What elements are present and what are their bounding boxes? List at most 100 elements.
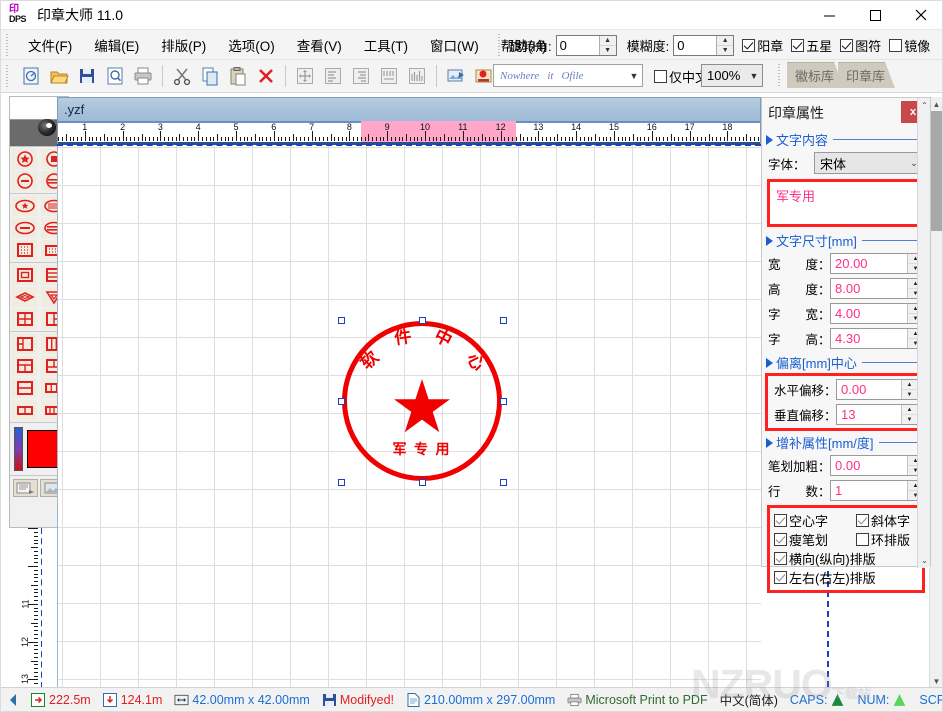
blur-spin-up[interactable]: ▲ bbox=[717, 36, 734, 46]
resize-handle-s[interactable] bbox=[419, 479, 426, 486]
menu-edit[interactable]: 编辑(E) bbox=[83, 31, 150, 59]
tab-logo-library[interactable]: 徽标库 bbox=[787, 62, 844, 88]
align-right-icon[interactable] bbox=[348, 63, 374, 89]
char-width-field[interactable]: ▲▼ bbox=[830, 303, 924, 324]
shape-circle-bar-icon[interactable] bbox=[12, 171, 37, 191]
checkbox-only-chinese-box[interactable] bbox=[654, 70, 667, 83]
checkbox-only-chinese[interactable]: 仅中文 bbox=[654, 67, 708, 86]
scroll-up-icon[interactable]: ⌃ bbox=[918, 98, 931, 113]
zoom-dropdown[interactable]: 100% ▼ bbox=[701, 64, 763, 87]
shape-top-split-icon[interactable] bbox=[12, 356, 37, 376]
gradient-bar[interactable] bbox=[14, 427, 23, 471]
checkbox-hollow-text[interactable]: 空心字 bbox=[774, 511, 848, 530]
shape-grid-square-icon[interactable] bbox=[12, 240, 37, 260]
checkbox-thin-stroke[interactable]: 瘦笔划 bbox=[774, 530, 848, 549]
blur-input[interactable] bbox=[674, 35, 717, 55]
checkbox-horizontal-vertical-layout[interactable]: 横向(纵向)排版 bbox=[774, 549, 876, 568]
properties-scrollbar[interactable]: ⌃ ⌄ bbox=[917, 98, 930, 568]
h-offset-spinner[interactable]: ▲ ▼ bbox=[901, 380, 917, 399]
align-center-icon[interactable] bbox=[292, 63, 318, 89]
h-offset-field[interactable]: ▲▼ bbox=[836, 379, 918, 400]
menu-view[interactable]: 查看(V) bbox=[286, 31, 353, 59]
stamp-text-input[interactable]: 军专用 bbox=[767, 179, 925, 227]
checkbox-jingxiang[interactable]: 镜像 bbox=[889, 36, 930, 55]
close-button[interactable] bbox=[898, 1, 942, 29]
menu-file[interactable]: 文件(F) bbox=[17, 31, 83, 59]
menu-tools[interactable]: 工具(T) bbox=[353, 31, 419, 59]
scroll-down-icon[interactable]: ▼ bbox=[930, 674, 942, 688]
v-offset-input[interactable] bbox=[837, 405, 901, 424]
font-select[interactable]: 宋体 ⌄ bbox=[814, 152, 924, 174]
blur-spin-arrows[interactable]: ▲ ▼ bbox=[716, 35, 734, 55]
font-preview-dropdown[interactable]: Nowhere it Ofile ▼ bbox=[493, 64, 643, 87]
rotation-input[interactable] bbox=[556, 35, 599, 55]
resize-handle-n[interactable] bbox=[419, 317, 426, 324]
horizontal-guide-line[interactable] bbox=[57, 144, 761, 146]
char-width-input[interactable] bbox=[831, 304, 907, 323]
align-left-icon[interactable] bbox=[320, 63, 346, 89]
shape-diamond-icon[interactable] bbox=[12, 287, 37, 307]
width-input[interactable] bbox=[831, 254, 907, 273]
checkbox-ring-layout-box[interactable] bbox=[855, 533, 869, 546]
checkbox-ring-layout[interactable]: 环排版 bbox=[855, 530, 910, 549]
resize-handle-ne[interactable] bbox=[500, 317, 507, 324]
checkbox-tufu[interactable]: 图符 bbox=[840, 36, 881, 55]
blur-spin-down[interactable]: ▼ bbox=[717, 46, 733, 55]
status-nav-left[interactable] bbox=[1, 688, 25, 712]
export-image-icon[interactable] bbox=[443, 63, 469, 89]
shape-two-col-small-icon[interactable] bbox=[12, 400, 37, 420]
print-preview-icon[interactable] bbox=[102, 63, 128, 89]
checkbox-wuxing[interactable]: 五星 bbox=[791, 36, 832, 55]
chevron-down-icon[interactable]: ▼ bbox=[626, 65, 642, 86]
pattern-picker-icon[interactable] bbox=[13, 479, 38, 497]
toolbar-grip[interactable] bbox=[4, 65, 13, 87]
checkbox-thin-stroke-box[interactable] bbox=[774, 533, 787, 546]
shape-left-split-icon[interactable] bbox=[12, 334, 37, 354]
shape-two-row-icon[interactable] bbox=[12, 378, 37, 398]
distribute-h-icon[interactable] bbox=[376, 63, 402, 89]
minimize-button[interactable] bbox=[806, 1, 852, 29]
stroke-weight-input[interactable] bbox=[831, 456, 907, 475]
vertical-ruler[interactable]: 11 12 13 bbox=[15, 528, 41, 688]
checkbox-horizontal-vertical-layout-box[interactable] bbox=[774, 552, 787, 565]
checkbox-lr-rl-layout-box[interactable] bbox=[774, 571, 787, 584]
tab-stamp-library[interactable]: 印章库 bbox=[838, 62, 895, 88]
checkbox-italic-text-box[interactable] bbox=[855, 514, 869, 527]
shape-rect-inner-icon[interactable] bbox=[12, 265, 37, 285]
print-icon[interactable] bbox=[130, 63, 156, 89]
menu-options[interactable]: 选项(O) bbox=[217, 31, 286, 59]
char-height-field[interactable]: ▲▼ bbox=[830, 328, 924, 349]
h-offset-spin-down[interactable]: ▼ bbox=[902, 390, 917, 399]
v-offset-spin-down[interactable]: ▼ bbox=[902, 415, 917, 424]
document-title-bar[interactable]: .yzf bbox=[57, 97, 761, 121]
scroll-up-icon[interactable]: ▲ bbox=[930, 97, 942, 111]
resize-handle-nw[interactable] bbox=[338, 317, 345, 324]
resize-handle-sw[interactable] bbox=[338, 479, 345, 486]
menu-layout[interactable]: 排版(P) bbox=[150, 31, 217, 59]
cut-icon[interactable] bbox=[169, 63, 195, 89]
shape-ellipse-star-icon[interactable] bbox=[12, 196, 37, 216]
distribute-v-icon[interactable] bbox=[404, 63, 430, 89]
rotation-spin-up[interactable]: ▲ bbox=[599, 36, 616, 46]
resize-handle-se[interactable] bbox=[500, 479, 507, 486]
rotation-spin-down[interactable]: ▼ bbox=[600, 46, 616, 55]
blur-spinbox[interactable]: ▲ ▼ bbox=[673, 34, 735, 56]
shape-ellipse-bar-icon[interactable] bbox=[12, 218, 37, 238]
rotation-spinbox[interactable]: ▲ ▼ bbox=[555, 34, 617, 56]
new-icon[interactable] bbox=[18, 63, 44, 89]
scrollbar-thumb[interactable] bbox=[930, 111, 942, 231]
v-offset-spinner[interactable]: ▲ ▼ bbox=[901, 405, 917, 424]
v-offset-field[interactable]: ▲▼ bbox=[836, 404, 918, 425]
h-offset-input[interactable] bbox=[837, 380, 901, 399]
shape-quad-grid-icon[interactable] bbox=[12, 309, 37, 329]
line-count-input[interactable] bbox=[831, 481, 907, 500]
chevron-down-icon[interactable]: ▼ bbox=[746, 71, 762, 81]
checkbox-wuxing-box[interactable] bbox=[791, 38, 805, 52]
menu-window[interactable]: 窗口(W) bbox=[419, 31, 490, 59]
checkbox-lr-rl-layout[interactable]: 左右(右左)排版 bbox=[774, 568, 876, 587]
paste-icon[interactable] bbox=[225, 63, 251, 89]
horizontal-ruler[interactable]: 1 2 3 4 5 6 7 8 9 10 11 12 13 14 15 16 17 18 bbox=[57, 121, 761, 145]
v-offset-spin-up[interactable]: ▲ bbox=[902, 405, 917, 415]
checkbox-tufu-box[interactable] bbox=[840, 38, 854, 52]
stroke-weight-field[interactable]: ▲▼ bbox=[830, 455, 924, 476]
